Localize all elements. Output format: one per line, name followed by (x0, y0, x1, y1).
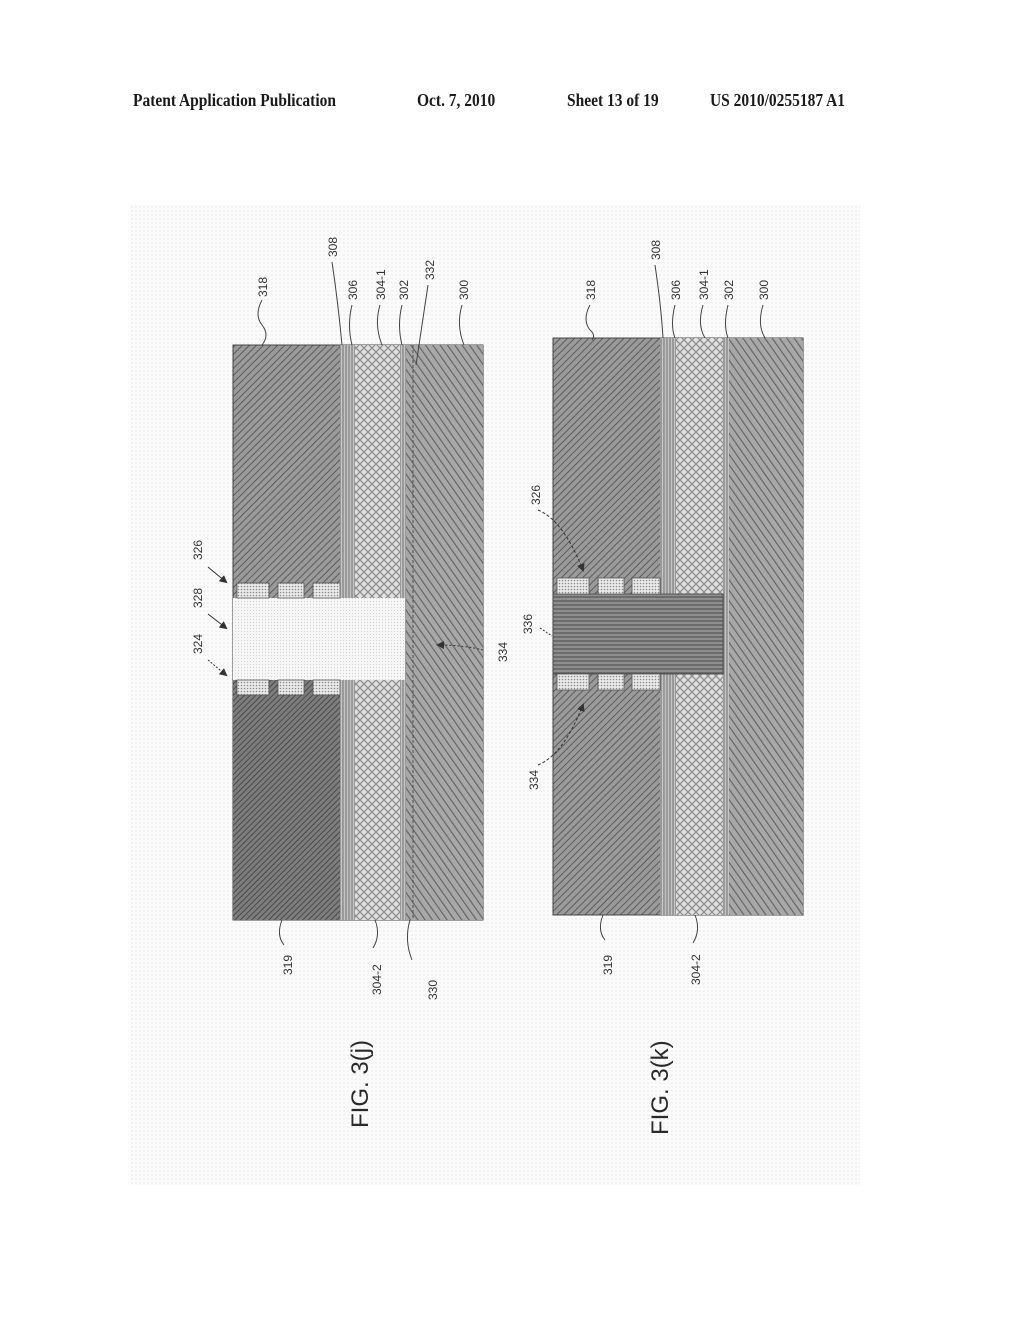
label: 328 (191, 588, 205, 608)
opening-328 (233, 598, 405, 680)
figure-3k: 318 308 306 304-1 302 300 319 304-2 326 … (521, 240, 804, 1135)
label: 304-1 (697, 269, 711, 300)
label: 300 (457, 280, 471, 300)
label: 318 (584, 280, 598, 300)
figure-caption: FIG. 3(k) (647, 1040, 674, 1135)
labels-top: 318 308 306 304-1 302 300 (584, 240, 771, 300)
label: 302 (722, 280, 736, 300)
label: 336 (521, 614, 535, 634)
label: 306 (669, 280, 683, 300)
label: 304-2 (689, 954, 703, 985)
leaders-bottom (278, 919, 413, 961)
labels-side: 326 336 334 (521, 485, 543, 790)
pad (236, 582, 270, 599)
pad (236, 679, 270, 696)
pad (597, 673, 625, 691)
labels-bottom: 319 304-2 330 (281, 955, 440, 1000)
pad (631, 577, 661, 595)
label: 334 (527, 770, 541, 790)
label: 332 (423, 260, 437, 280)
label: 330 (426, 980, 440, 1000)
pad (312, 679, 341, 696)
labels-bottom: 319 304-2 (601, 954, 703, 985)
layer-302 (723, 338, 729, 915)
pad (312, 582, 341, 599)
figure-caption: FIG. 3(j) (347, 1040, 374, 1128)
layer-300-substrate (406, 345, 483, 920)
label: 324 (191, 634, 205, 654)
label: 302 (397, 280, 411, 300)
leaders-top (585, 264, 766, 341)
label: 308 (326, 237, 340, 257)
pad (556, 577, 590, 595)
label: 304-1 (374, 269, 388, 300)
label: 318 (256, 277, 270, 297)
labels-top: 318 308 306 304-1 302 332 300 (256, 237, 471, 300)
pad (277, 679, 305, 696)
pad (631, 673, 661, 691)
leaders-bottom (599, 914, 699, 944)
label: 326 (529, 485, 543, 505)
pad (597, 577, 625, 595)
figure-3j: 318 308 306 304-1 302 332 300 319 304-2 … (191, 237, 510, 1128)
label: 306 (346, 280, 360, 300)
label: 319 (281, 955, 295, 975)
label: 308 (649, 240, 663, 260)
pad (556, 673, 590, 691)
pad (277, 582, 305, 599)
label: 334 (496, 642, 510, 662)
drawing-sheet: 318 308 306 304-1 302 332 300 319 304-2 … (191, 237, 804, 1135)
via-336 (552, 593, 724, 675)
label: 319 (601, 955, 615, 975)
label: 304-2 (370, 964, 384, 995)
layer-300-substrate (729, 338, 803, 915)
label: 326 (191, 540, 205, 560)
layer-319-dark (233, 680, 340, 920)
label: 300 (757, 280, 771, 300)
